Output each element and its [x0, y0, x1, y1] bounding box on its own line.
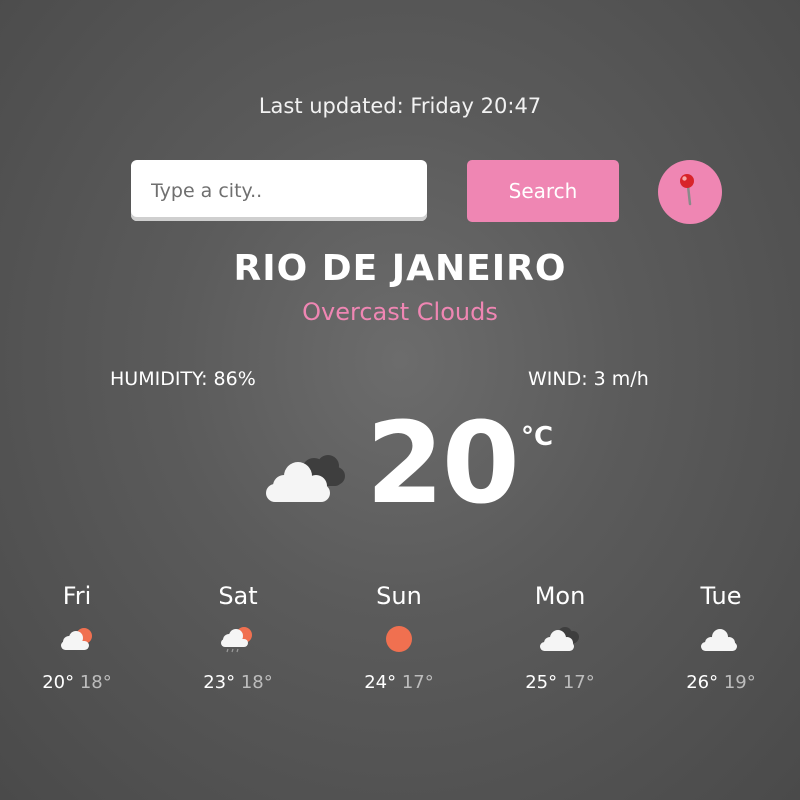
- forecast-day-name: Mon: [534, 582, 586, 610]
- forecast-temps: 20° 18°: [17, 672, 137, 693]
- city-name: RIO DE JANEIRO: [233, 248, 567, 289]
- partly-cloudy-rain-icon: [221, 627, 252, 653]
- forecast-temps: 25° 17°: [500, 672, 620, 693]
- forecast-max: 25°: [525, 672, 558, 693]
- forecast-day-name: Sun: [376, 582, 422, 610]
- humidity-readout: HUMIDITY: 86%: [110, 368, 256, 390]
- forecast-day-name: Sat: [218, 582, 258, 610]
- forecast-min: 19°: [723, 672, 756, 693]
- forecast-temps: 23° 18°: [178, 672, 298, 693]
- current-location-button[interactable]: [658, 160, 722, 224]
- forecast-day: Sun 24° 17°: [339, 582, 459, 693]
- forecast-day: Sat 23° 18°: [178, 582, 298, 693]
- cloud-icon: [701, 629, 737, 651]
- forecast-min: 18°: [240, 672, 273, 693]
- forecast-day-name: Tue: [700, 582, 742, 610]
- weather-description: Overcast Clouds: [302, 298, 498, 326]
- search-button[interactable]: Search: [467, 160, 619, 222]
- forecast-temps: 26° 19°: [661, 672, 781, 693]
- forecast-max: 23°: [203, 672, 236, 693]
- forecast-day-name: Fri: [62, 582, 92, 610]
- forecast-min: 18°: [79, 672, 112, 693]
- last-updated: Last updated: Friday 20:47: [258, 94, 542, 118]
- forecast-min: 17°: [401, 672, 434, 693]
- forecast-temps: 24° 17°: [339, 672, 459, 693]
- sun-icon: [386, 626, 412, 652]
- forecast-max: 24°: [364, 672, 397, 693]
- forecast-min: 17°: [562, 672, 595, 693]
- wind-readout: WIND: 3 m/h: [528, 368, 649, 390]
- forecast-day: Fri 20° 18°: [17, 582, 137, 693]
- overcast-clouds-icon: [266, 455, 345, 502]
- city-search-input[interactable]: [131, 160, 427, 221]
- forecast-day: Tue 26° 19°: [661, 582, 781, 693]
- forecast-max: 20°: [42, 672, 75, 693]
- temperature-unit: °C: [521, 422, 554, 452]
- current-temperature: 20: [366, 399, 520, 529]
- forecast-max: 26°: [686, 672, 719, 693]
- forecast-day: Mon 25° 17°: [500, 582, 620, 693]
- map-pin-icon: [680, 174, 694, 206]
- broken-clouds-icon: [540, 627, 579, 651]
- partly-cloudy-icon: [61, 628, 92, 650]
